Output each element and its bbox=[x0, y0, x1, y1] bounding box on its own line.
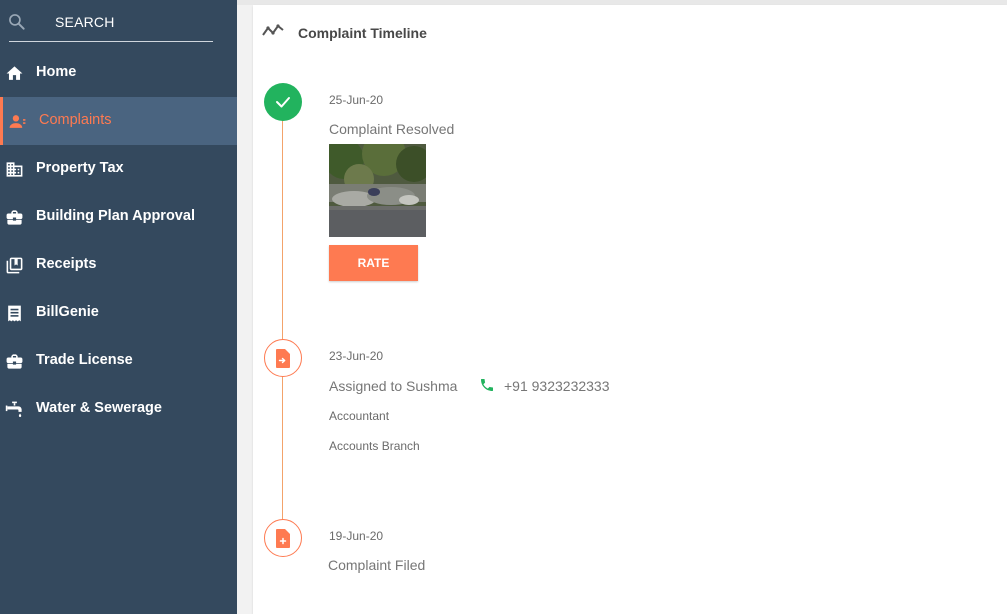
sidebar-item-label: Trade License bbox=[36, 352, 133, 368]
search-underline bbox=[9, 41, 213, 42]
sidebar-item-label: BillGenie bbox=[36, 304, 99, 320]
timeline-line bbox=[282, 105, 283, 535]
filed-node bbox=[264, 519, 302, 557]
sidebar-item-home[interactable]: Home bbox=[0, 49, 237, 97]
sidebar-item-label: Property Tax bbox=[36, 160, 124, 176]
timeline-icon bbox=[262, 24, 284, 36]
tap-icon bbox=[5, 401, 22, 418]
sidebar-item-trade-license[interactable]: Trade License bbox=[0, 337, 237, 385]
sidebar-item-billgenie[interactable]: BillGenie bbox=[0, 289, 237, 337]
briefcase-icon bbox=[6, 354, 23, 369]
event-status: Complaint Filed bbox=[328, 557, 426, 573]
active-indicator bbox=[0, 97, 3, 145]
sidebar-item-label: Complaints bbox=[39, 112, 112, 128]
sidebar-item-receipts[interactable]: Receipts bbox=[0, 241, 237, 289]
document-arrow-icon bbox=[276, 349, 290, 368]
search-icon[interactable] bbox=[7, 12, 27, 32]
sidebar: SEARCH Home Complaints Property Tax Buil… bbox=[0, 0, 237, 614]
sidebar-item-complaints[interactable]: Complaints bbox=[0, 97, 237, 145]
search-bar[interactable]: SEARCH bbox=[0, 0, 237, 44]
complaint-photo-image bbox=[329, 144, 426, 237]
assigned-node bbox=[264, 339, 302, 377]
briefcase-icon bbox=[6, 210, 23, 225]
home-icon bbox=[6, 66, 23, 80]
event-date: 23-Jun-20 bbox=[329, 349, 384, 363]
sidebar-item-label: Home bbox=[36, 64, 77, 80]
assignee-department: Accounts Branch bbox=[329, 439, 420, 453]
resolved-node bbox=[264, 83, 302, 121]
phone-icon[interactable] bbox=[479, 377, 495, 393]
bill-icon bbox=[8, 305, 21, 322]
sidebar-item-label: Building Plan Approval bbox=[36, 208, 195, 224]
document-add-icon bbox=[276, 529, 290, 548]
assignee-designation: Accountant bbox=[329, 409, 390, 423]
sidebar-item-label: Receipts bbox=[36, 256, 97, 272]
page-title: Complaint Timeline bbox=[298, 25, 427, 41]
event-date: 19-Jun-20 bbox=[329, 529, 384, 543]
sidebar-item-water-sewerage[interactable]: Water & Sewerage bbox=[0, 385, 237, 433]
event-date: 25-Jun-20 bbox=[329, 93, 384, 107]
complaint-photo[interactable] bbox=[329, 144, 426, 237]
sidebar-item-building-plan-approval[interactable]: Building Plan Approval bbox=[0, 193, 237, 241]
sidebar-item-label: Water & Sewerage bbox=[36, 400, 162, 416]
receipts-icon bbox=[6, 257, 23, 274]
search-label[interactable]: SEARCH bbox=[55, 14, 115, 30]
complaint-timeline-card: Complaint Timeline 25-Jun-20 Complaint R… bbox=[253, 5, 1007, 614]
event-status: Complaint Resolved bbox=[329, 121, 455, 137]
check-icon bbox=[276, 97, 290, 108]
sidebar-item-property-tax[interactable]: Property Tax bbox=[0, 145, 237, 193]
assignee-phone[interactable]: +91 9323232333 bbox=[504, 378, 610, 394]
rate-button[interactable]: RATE bbox=[329, 245, 418, 281]
event-status: Assigned to Sushma bbox=[329, 378, 458, 394]
building-icon bbox=[6, 162, 23, 177]
user-icon bbox=[9, 115, 26, 128]
